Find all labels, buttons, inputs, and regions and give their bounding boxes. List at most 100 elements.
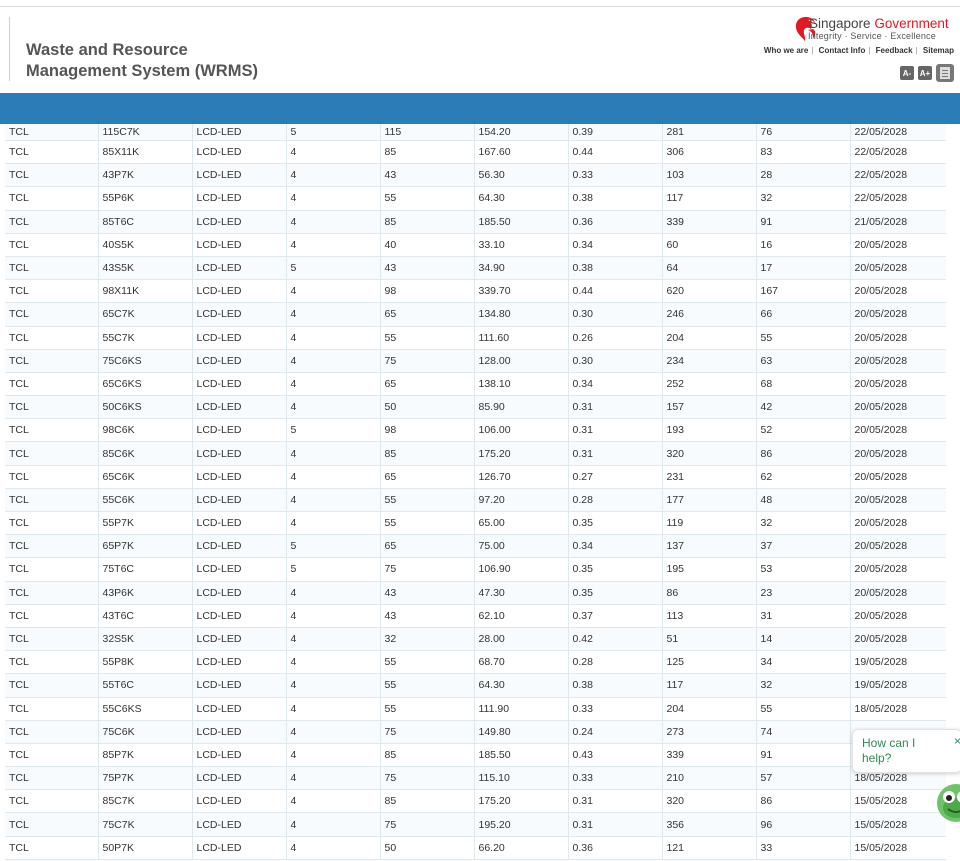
table-cell: 32S5K <box>98 627 193 652</box>
table-cell: 65P7K <box>98 534 193 559</box>
link-sitemap[interactable]: Sitemap <box>923 46 954 55</box>
table-cell: 20/05/2028 <box>850 534 946 559</box>
table-cell: 5 <box>286 418 381 443</box>
table-cell: TCL <box>5 256 99 281</box>
table-cell: TCL <box>5 743 99 768</box>
table-cell: 0.31 <box>568 395 663 420</box>
link-contact-info[interactable]: Contact Info <box>819 46 866 55</box>
table-cell: LCD-LED <box>192 349 287 373</box>
table-cell: 16 <box>756 233 851 257</box>
chat-close-icon[interactable]: × <box>954 734 960 748</box>
table-cell: 0.28 <box>568 650 663 675</box>
table-row: TCL 55P8K LCD-LED 4 55 68.70 0.28 125 34 19/05/20… <box>5 650 946 675</box>
table-cell: 85 <box>380 140 475 165</box>
navigation-bar <box>0 93 960 124</box>
table-cell: 55 <box>380 511 475 536</box>
table-row: TCL 65C6KS LCD-LED 4 65 138.10 0.34 252 68 20/05/… <box>5 372 946 397</box>
table-cell: TCL <box>5 511 99 536</box>
table-cell: 0.24 <box>568 720 663 744</box>
table-cell: LCD-LED <box>192 534 287 559</box>
table-cell: 75T6C <box>98 557 193 582</box>
table-cell: 97.20 <box>474 488 569 513</box>
table-cell: 0.35 <box>568 557 663 582</box>
table-cell: 55 <box>380 488 475 513</box>
table-cell: 55 <box>380 650 475 675</box>
gov-name: Singapore Government <box>809 16 949 31</box>
table-cell: TCL <box>5 233 99 257</box>
table-cell: 185.50 <box>474 210 569 234</box>
table-cell: 20/05/2028 <box>850 349 946 373</box>
table-row: TCL 43T6C LCD-LED 4 43 62.10 0.37 113 31 20/05/20… <box>5 604 946 628</box>
table-cell: 22/05/2028 <box>850 140 946 165</box>
table-cell: 0.31 <box>568 418 663 443</box>
table-cell: 4 <box>286 511 381 536</box>
table-cell: LCD-LED <box>192 581 287 605</box>
table-row: TCL 85P7K LCD-LED 4 85 185.50 0.43 339 91 <box>5 743 946 768</box>
table-cell: 111.90 <box>474 697 569 721</box>
table-cell: 32 <box>380 627 475 652</box>
table-cell: 65 <box>380 302 475 327</box>
table-cell: 0.35 <box>568 511 663 536</box>
print-icon[interactable] <box>936 64 954 82</box>
table-cell: 175.20 <box>474 789 569 814</box>
table-cell: 0.34 <box>568 372 663 397</box>
table-cell: 339 <box>662 743 757 768</box>
link-separator: | <box>915 46 918 55</box>
site-header: Waste and Resource Management System (WR… <box>0 7 960 93</box>
chat-help-bubble[interactable]: How can I help? × <box>852 729 960 773</box>
table-cell: 0.33 <box>568 163 663 188</box>
table-cell: 20/05/2028 <box>850 418 946 443</box>
table-cell: LCD-LED <box>192 789 287 814</box>
link-separator: | <box>811 46 814 55</box>
table-cell: TCL <box>5 673 99 698</box>
table-cell: 62.10 <box>474 604 569 628</box>
table-cell: 85 <box>380 789 475 814</box>
results-table-container[interactable]: TCL 115C7K LCD-LED 5 115 154.20 0.39 281 76 22/05… <box>5 124 946 861</box>
table-row: TCL 75C6KS LCD-LED 4 75 128.00 0.30 234 63 20/05/… <box>5 349 946 373</box>
table-cell: 40 <box>380 233 475 257</box>
table-cell: 55C7K <box>98 326 193 350</box>
table-cell: 23 <box>756 581 851 605</box>
table-cell: 75 <box>380 557 475 582</box>
table-cell: 68.70 <box>474 650 569 675</box>
table-cell: TCL <box>5 372 99 397</box>
table-cell: 210 <box>662 766 757 791</box>
table-cell: 33.10 <box>474 233 569 257</box>
increase-font-button[interactable]: A+ <box>918 66 932 80</box>
table-cell: 273 <box>662 720 757 744</box>
table-cell: 195.20 <box>474 812 569 837</box>
decrease-font-button[interactable]: A- <box>900 66 914 80</box>
table-row: TCL 55P7K LCD-LED 4 55 65.00 0.35 119 32 20/05/20… <box>5 511 946 536</box>
table-cell: LCD-LED <box>192 766 287 791</box>
site-title[interactable]: Waste and Resource Management System (WR… <box>26 40 258 82</box>
table-cell: 339 <box>662 210 757 234</box>
table-cell: 185.50 <box>474 743 569 768</box>
table-cell: 43T6C <box>98 604 193 628</box>
table-cell: LCD-LED <box>192 233 287 257</box>
table-cell: 204 <box>662 697 757 721</box>
browser-top-edge <box>0 0 960 7</box>
table-cell: 75C6KS <box>98 349 193 373</box>
singapore-government-logo[interactable]: Singapore Government Integrity · Service… <box>784 16 954 50</box>
table-cell: 75C6K <box>98 720 193 744</box>
table-cell: LCD-LED <box>192 279 287 304</box>
table-cell: 119 <box>662 511 757 536</box>
results-table-body: TCL 115C7K LCD-LED 5 115 154.20 0.39 281 76 22/05… <box>5 124 946 860</box>
table-cell: 4 <box>286 279 381 304</box>
table-cell: 128.00 <box>474 349 569 373</box>
table-cell: 0.35 <box>568 581 663 605</box>
table-cell: 75P7K <box>98 766 193 791</box>
link-feedback[interactable]: Feedback <box>876 46 913 55</box>
chatbot-avatar-icon[interactable] <box>936 782 960 824</box>
table-cell: LCD-LED <box>192 140 287 165</box>
table-cell: 55C6K <box>98 488 193 513</box>
table-cell: LCD-LED <box>192 604 287 628</box>
table-cell: 22/05/2028 <box>850 186 946 211</box>
table-row: TCL 43P6K LCD-LED 4 43 47.30 0.35 86 23 20/05/202… <box>5 581 946 605</box>
link-who-we-are[interactable]: Who we are <box>764 46 808 55</box>
table-cell: 4 <box>286 233 381 257</box>
table-row: TCL 50P7K LCD-LED 4 50 66.20 0.36 121 33 15/05/20… <box>5 836 946 860</box>
table-cell: 66 <box>756 302 851 327</box>
table-cell: 4 <box>286 186 381 211</box>
table-cell: 0.44 <box>568 279 663 304</box>
